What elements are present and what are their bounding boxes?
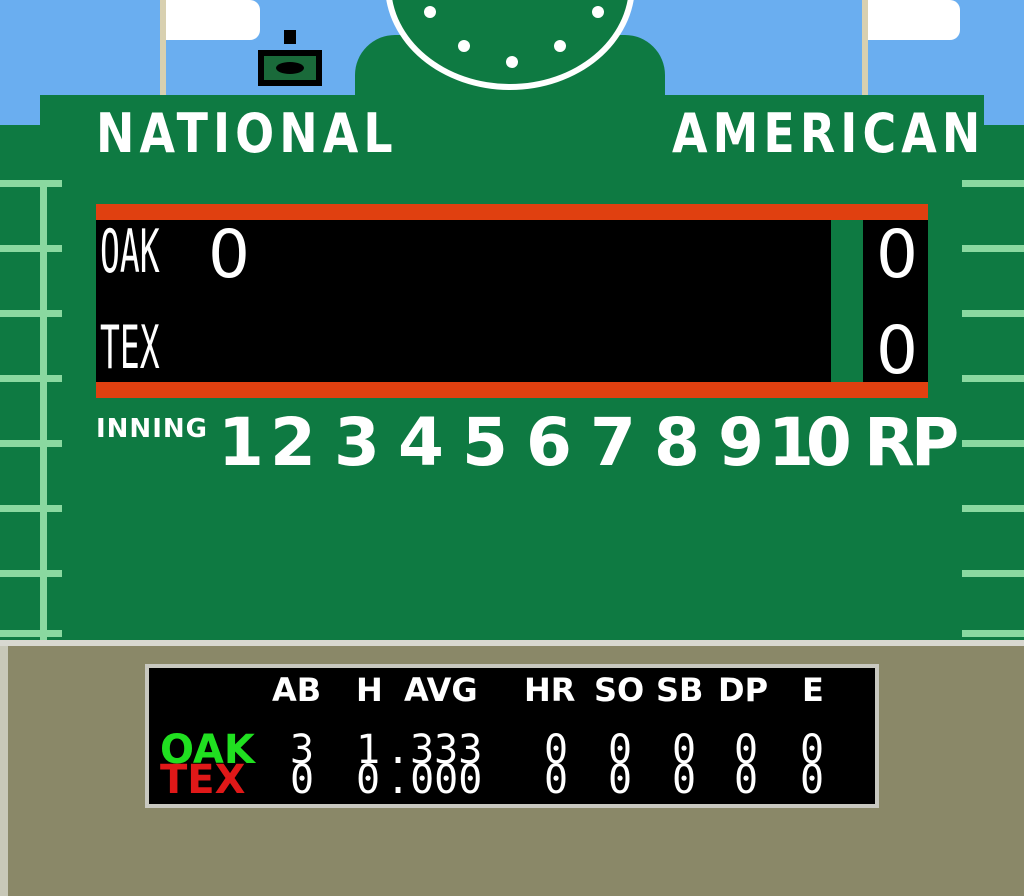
stadium-light-icon xyxy=(258,30,322,86)
clock-dot xyxy=(506,56,518,68)
stat-value: 0 xyxy=(356,757,381,803)
rp-column xyxy=(831,220,863,382)
inning-number: 7 xyxy=(590,404,636,481)
right-rail xyxy=(962,180,1024,640)
stat-value: 0 xyxy=(290,757,315,803)
stat-header-sb: SB xyxy=(656,671,704,709)
stat-header-h: H xyxy=(356,671,383,709)
stat-header-avg: AVG xyxy=(404,671,478,709)
left-rail xyxy=(0,180,62,640)
inning-number: 6 xyxy=(526,404,572,481)
stats-box xyxy=(145,664,879,808)
stat-value: 0 xyxy=(672,757,697,803)
league-american: AMERICAN xyxy=(672,102,986,165)
clock-dot xyxy=(592,6,604,18)
stat-header-dp: DP xyxy=(718,671,769,709)
inning-number: 1 xyxy=(218,404,264,481)
stat-header-e: E xyxy=(802,671,824,709)
stats-team-home: TEX xyxy=(160,757,246,803)
inning-number: 3 xyxy=(334,404,380,481)
stat-header-hr: HR xyxy=(524,671,576,709)
inning-number: 2 xyxy=(270,404,316,481)
sky-corner xyxy=(0,95,40,125)
inning-number: 5 xyxy=(462,404,508,481)
stat-header-ab: AB xyxy=(272,671,322,709)
flag-left-icon xyxy=(166,0,236,40)
stat-value: .000 xyxy=(386,757,483,803)
inning-label: INNING xyxy=(96,414,208,444)
inning-number: 9 xyxy=(718,404,764,481)
inning-number: 8 xyxy=(654,404,700,481)
stat-value: 0 xyxy=(800,757,825,803)
sky-corner xyxy=(984,95,1024,125)
linescore-team-home: TEX xyxy=(100,313,160,383)
clock-dot xyxy=(554,40,566,52)
stat-value: 0 xyxy=(544,757,569,803)
linescore-away-rp: 0 xyxy=(876,216,918,293)
linescore-team-away: OAK xyxy=(100,217,160,287)
flag-right-icon xyxy=(868,0,938,40)
inning-number: 10 xyxy=(768,404,852,481)
linescore-home-rp: 0 xyxy=(876,312,918,389)
linescore-away-inning-1: 0 xyxy=(208,216,250,293)
rp-label: RP xyxy=(864,404,959,481)
clock-dot xyxy=(458,40,470,52)
stat-value: 0 xyxy=(608,757,633,803)
clock-dot xyxy=(424,6,436,18)
inning-number: 4 xyxy=(398,404,444,481)
stat-header-so: SO xyxy=(594,671,645,709)
stat-value: 0 xyxy=(734,757,759,803)
league-national: NATIONAL xyxy=(96,102,398,165)
